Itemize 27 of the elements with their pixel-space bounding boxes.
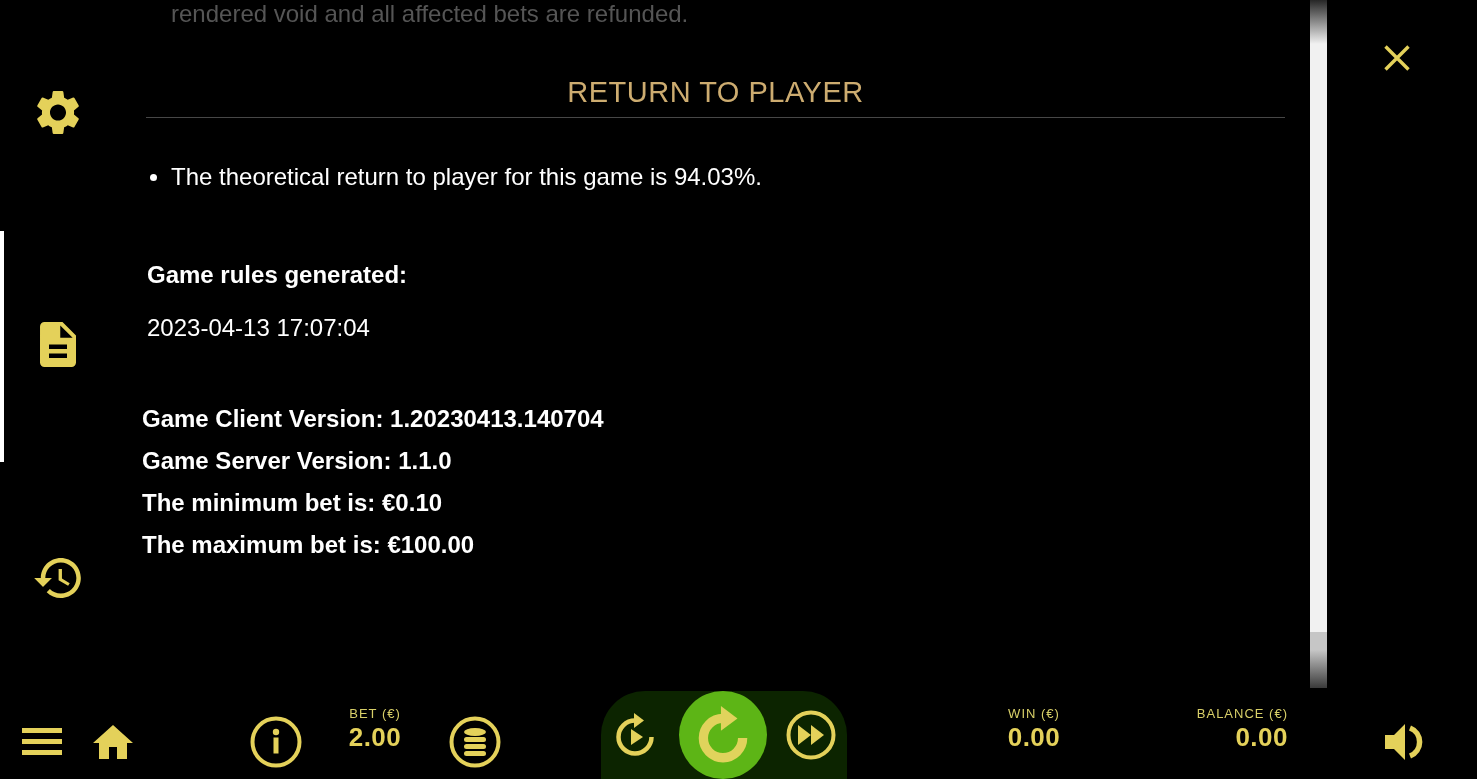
close-icon[interactable] <box>1384 45 1410 71</box>
balance-label: BALANCE (€) <box>1196 706 1288 722</box>
generated-label: Game rules generated: <box>147 260 408 290</box>
win-label: WIN (€) <box>1008 706 1060 722</box>
bullet-text: The theoretical return to player for this game is 94.03%. <box>171 162 762 192</box>
info-line: The minimum bet is: €0.10 <box>142 488 443 518</box>
balance-value: 0.00 <box>1235 722 1288 752</box>
menu-icon[interactable] <box>22 728 62 755</box>
bet-value: 2.00 <box>348 722 402 752</box>
bullet-icon <box>150 173 157 181</box>
generated-date: 2023-04-13 17:07:04 <box>147 313 370 343</box>
home-icon[interactable] <box>93 724 133 759</box>
info-icon[interactable] <box>250 715 302 768</box>
info-line: The maximum bet is: €100.00 <box>142 530 475 560</box>
info-line: Game Client Version: 1.20230413.140704 <box>142 404 604 434</box>
info-line: Game Server Version: 1.1.0 <box>142 446 452 476</box>
document-icon[interactable] <box>39 322 76 367</box>
gear-icon[interactable] <box>36 90 79 135</box>
section-text: rendered void and all affected bets are refunded. <box>171 0 689 28</box>
fast-forward-icon[interactable] <box>786 710 836 760</box>
win-value: 0.00 <box>1007 722 1061 752</box>
bet-label: BET (€) <box>349 706 401 722</box>
history-icon[interactable] <box>34 557 81 598</box>
scrollbar-thumb[interactable] <box>1310 632 1327 688</box>
section-heading: RETURN TO PLAYER <box>567 75 864 109</box>
coin-stack-icon[interactable] <box>449 715 501 768</box>
scrollbar[interactable] <box>1310 0 1327 688</box>
